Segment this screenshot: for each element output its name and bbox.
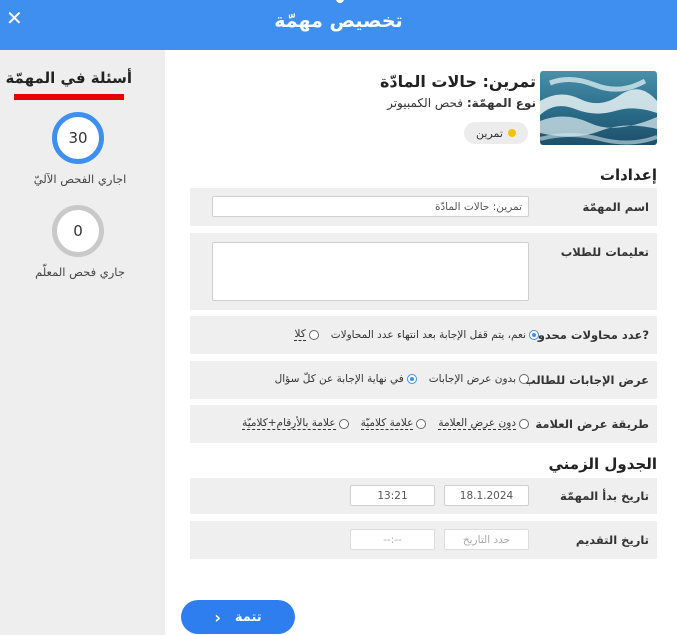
- grade-none-label[interactable]: دون عرض العلامة: [438, 417, 516, 430]
- attempts-row: عدد محاولات محدود? نعم، يتم قفل الإجابة …: [190, 316, 657, 354]
- badge-label: تمرين: [476, 126, 503, 140]
- start-date-label: تاريخ بدأ المهمّة: [559, 489, 649, 503]
- grade-row: طريقة عرض العلامة دون عرض العلامة علامة …: [190, 405, 657, 443]
- answers-row: عرض الإجابات للطالب بدون عرض الإجابات في…: [190, 361, 657, 399]
- attempts-label: عدد محاولات محدود?: [531, 328, 649, 342]
- attempts-no-radio[interactable]: [308, 329, 319, 340]
- submit-time-input[interactable]: --:--: [350, 529, 435, 550]
- task-type-value: فحص الكمبيوتر: [387, 96, 464, 110]
- start-time-input[interactable]: 13:21: [350, 485, 435, 506]
- start-date-input[interactable]: 18.1.2024: [444, 485, 529, 506]
- submit-date-input[interactable]: حدد التاريخ: [444, 529, 529, 550]
- grade-words-radio[interactable]: [416, 418, 427, 429]
- questions-sidebar: أسئلة في المهمّة 30 اجاري الفحص الآليّ 0…: [0, 50, 165, 635]
- attempts-yes-label[interactable]: نعم، يتم قفل الإجابة بعد انتهاء عدد المح…: [331, 329, 526, 341]
- attempts-options: نعم، يتم قفل الإجابة بعد انتهاء عدد المح…: [294, 328, 539, 341]
- grade-both-label[interactable]: علامة بالأرقام+كلاميّة: [242, 417, 336, 430]
- grade-none-option[interactable]: دون عرض العلامة: [438, 417, 529, 430]
- auto-check-label: اجاري الفحص الآليّ: [33, 172, 127, 186]
- task-type: نوع المهمّة: فحص الكمبيوتر: [387, 96, 536, 110]
- grade-words-label[interactable]: علامة كلاميّة: [360, 417, 414, 430]
- instructions-textarea[interactable]: [212, 242, 529, 301]
- grade-options: دون عرض العلامة علامة كلاميّة علامة بالأ…: [242, 417, 529, 430]
- finish-button[interactable]: تتمة ‹: [181, 600, 295, 634]
- chevron-left-icon: ‹: [214, 607, 221, 627]
- task-name-input[interactable]: تمرين: حالات المادّة: [212, 196, 529, 217]
- task-type-badge: تمرين: [464, 122, 528, 144]
- sidebar-title: أسئلة في المهمّة: [5, 69, 132, 87]
- dialog-title: تخصيص مهمّة: [274, 10, 403, 32]
- dialog-header: ✕ تخصيص مهمّة: [0, 0, 677, 50]
- attempts-no-label[interactable]: كلا: [294, 328, 306, 341]
- answers-end-label[interactable]: في نهاية الإجابة عن كلّ سؤال: [275, 373, 404, 385]
- answers-end-radio[interactable]: [406, 374, 417, 384]
- attempts-yes-radio[interactable]: [529, 329, 539, 340]
- title-underline: [14, 94, 124, 100]
- answers-none-radio[interactable]: [519, 374, 529, 384]
- badge-dot-icon: [507, 129, 516, 137]
- instructions-row: تعليمات للطلاب: [190, 233, 657, 310]
- teacher-check-label: جاري فحص المعلّم: [35, 265, 125, 279]
- start-date-row: تاريخ بدأ المهمّة 18.1.2024 13:21: [190, 478, 657, 514]
- finish-button-label: تتمة: [234, 609, 262, 625]
- submit-date-label: تاريخ التقديم: [575, 533, 649, 547]
- settings-title: إعدادات: [599, 166, 657, 184]
- attempts-no-option[interactable]: كلا: [294, 328, 319, 341]
- answers-end-option[interactable]: في نهاية الإجابة عن كلّ سؤال: [275, 373, 417, 385]
- grade-both-option[interactable]: علامة بالأرقام+كلاميّة: [242, 417, 349, 430]
- attempts-yes-option[interactable]: نعم، يتم قفل الإجابة بعد انتهاء عدد المح…: [331, 329, 539, 341]
- task-thumbnail: [540, 71, 657, 145]
- instructions-label: تعليمات للطلاب: [560, 245, 649, 259]
- submit-date-row: تاريخ التقديم حدد التاريخ --:--: [190, 521, 657, 559]
- task-name-label: اسم المهمّة: [582, 200, 649, 214]
- auto-check-count: 30: [52, 112, 104, 164]
- task-name-row: اسم المهمّة تمرين: حالات المادّة: [190, 188, 657, 226]
- task-type-label: نوع المهمّة:: [466, 96, 536, 110]
- grade-both-radio[interactable]: [338, 418, 349, 429]
- answers-none-label[interactable]: بدون عرض الإجابات: [429, 373, 516, 385]
- answers-none-option[interactable]: بدون عرض الإجابات: [429, 373, 529, 385]
- answers-label: عرض الإجابات للطالب: [524, 373, 649, 387]
- teacher-check-count: 0: [52, 205, 104, 257]
- task-title: تمرين: حالات المادّة: [379, 72, 536, 91]
- main-panel: تمرين: حالات المادّة نوع المهمّة: فحص ال…: [165, 50, 677, 635]
- answers-options: بدون عرض الإجابات في نهاية الإجابة عن كل…: [275, 373, 529, 385]
- grade-label: طريقة عرض العلامة: [535, 417, 649, 431]
- grade-none-radio[interactable]: [519, 418, 529, 429]
- header-notch: [336, 0, 344, 3]
- schedule-title: الجدول الزمني: [548, 455, 657, 473]
- grade-words-option[interactable]: علامة كلاميّة: [360, 417, 427, 430]
